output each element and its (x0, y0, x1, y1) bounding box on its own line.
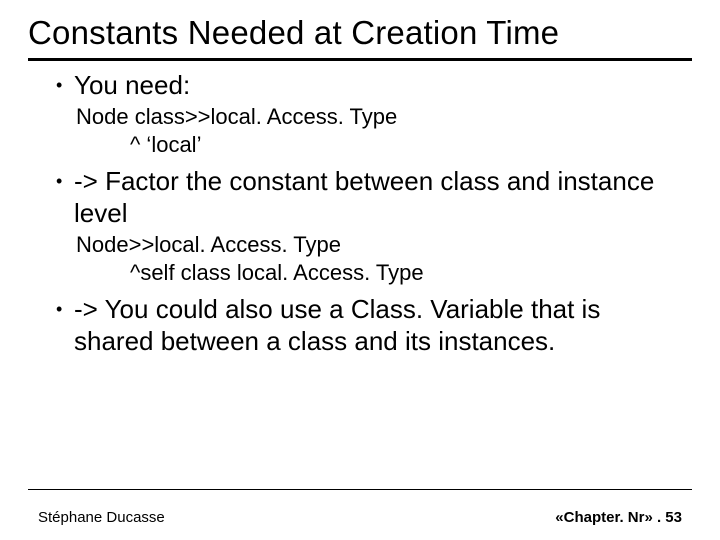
slide: Constants Needed at Creation Time • You … (0, 0, 720, 540)
title-divider (28, 58, 692, 61)
bullet-item: • -> You could also use a Class. Variabl… (56, 293, 680, 357)
footer-divider (28, 489, 692, 490)
code-block: Node>>local. Access. Type ^self class lo… (56, 231, 680, 287)
code-line: Node>>local. Access. Type (76, 231, 680, 259)
bullet-text: -> You could also use a Class. Variable … (74, 293, 680, 357)
footer-page-number: «Chapter. Nr» . 53 (555, 509, 682, 526)
code-line: ^ ‘local’ (76, 131, 680, 159)
bullet-text: You need: (74, 69, 190, 101)
slide-body: • You need: Node class>>local. Access. T… (0, 65, 720, 357)
bullet-item: • -> Factor the constant between class a… (56, 165, 680, 229)
bullet-dot-icon: • (56, 293, 74, 325)
bullet-item: • You need: (56, 69, 680, 101)
bullet-dot-icon: • (56, 69, 74, 101)
bullet-text: -> Factor the constant between class and… (74, 165, 680, 229)
code-block: Node class>>local. Access. Type ^ ‘local… (56, 103, 680, 159)
code-line: ^self class local. Access. Type (76, 259, 680, 287)
bullet-dot-icon: • (56, 165, 74, 197)
slide-title: Constants Needed at Creation Time (0, 0, 720, 58)
footer-author: Stéphane Ducasse (38, 509, 165, 526)
code-line: Node class>>local. Access. Type (76, 103, 680, 131)
